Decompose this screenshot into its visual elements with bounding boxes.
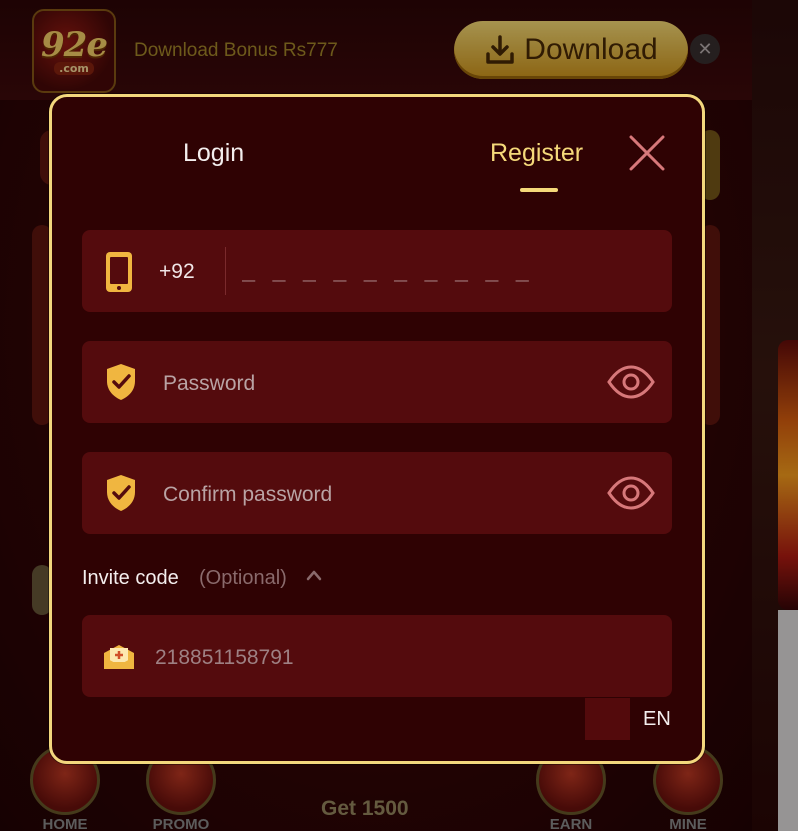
confirm-password-input[interactable]: [161, 476, 585, 514]
language-flag[interactable]: [585, 698, 630, 740]
mail-icon: [104, 645, 134, 669]
invite-code-field: [82, 615, 672, 697]
register-modal: Login Register +92 _ _ _ _ _ _ _ _ _ _ I…: [49, 94, 705, 764]
eye-icon[interactable]: [606, 475, 656, 511]
invite-code-label[interactable]: Invite code: [82, 567, 179, 590]
chevron-up-icon[interactable]: [306, 569, 322, 581]
eye-icon[interactable]: [606, 364, 656, 400]
phone-icon: [106, 252, 132, 292]
active-tab-indicator: [520, 188, 558, 192]
tab-register[interactable]: Register: [490, 139, 583, 168]
password-input[interactable]: [161, 365, 585, 403]
phone-input[interactable]: [240, 254, 644, 292]
invite-optional-label[interactable]: (Optional): [199, 567, 287, 590]
country-code[interactable]: +92: [159, 260, 195, 284]
language-label[interactable]: EN: [643, 708, 671, 731]
shield-check-icon: [107, 364, 135, 400]
tab-login[interactable]: Login: [183, 139, 244, 168]
password-field: [82, 341, 672, 423]
phone-field: +92: [82, 230, 672, 312]
confirm-password-field: [82, 452, 672, 534]
divider: [225, 247, 226, 295]
invite-code-input[interactable]: [153, 639, 577, 677]
close-icon[interactable]: [627, 133, 667, 173]
shield-check-icon: [107, 475, 135, 511]
